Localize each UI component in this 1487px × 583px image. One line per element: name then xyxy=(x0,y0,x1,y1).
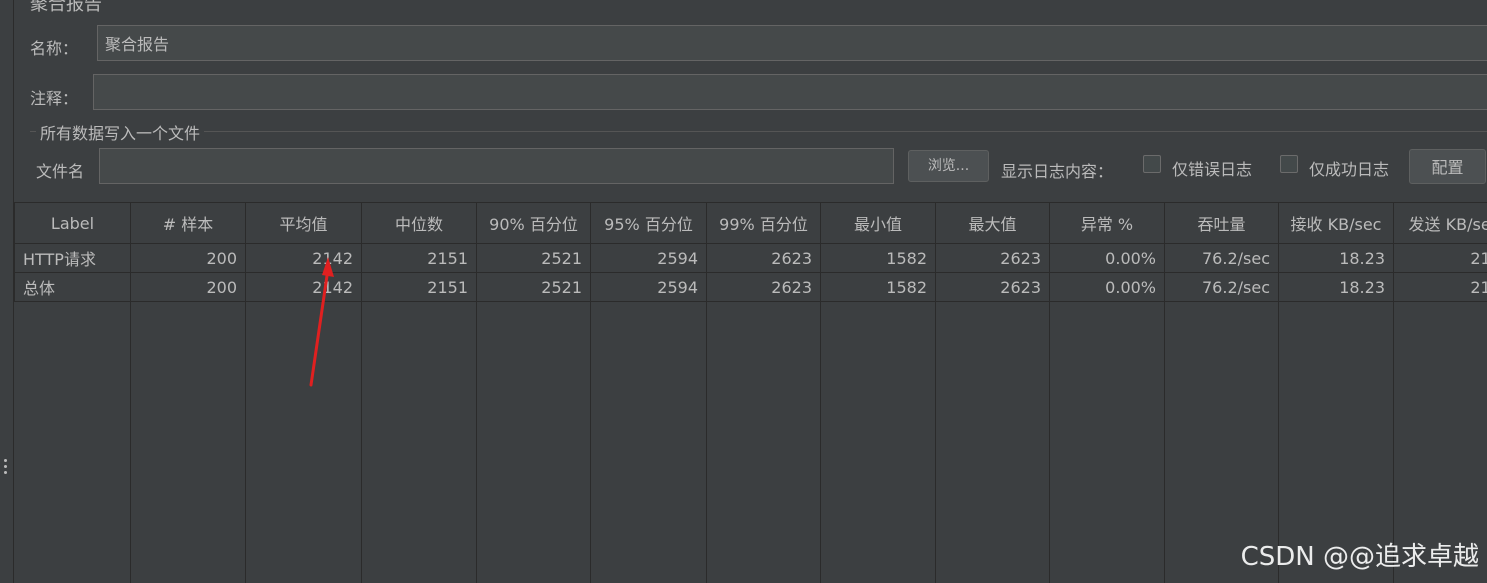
errors-only-label: 仅错误日志 xyxy=(1172,160,1253,179)
table-cell: 2623 xyxy=(935,243,1050,273)
column-header[interactable]: 接收 KB/sec xyxy=(1278,202,1394,244)
config-button[interactable]: 配置 xyxy=(1409,149,1486,184)
table-cell: 0.00% xyxy=(1049,272,1165,302)
group-divider xyxy=(30,131,1487,132)
table-cell: 2594 xyxy=(590,272,707,302)
column-header[interactable]: 95% 百分位 xyxy=(590,202,707,244)
log-content-label: 显示日志内容： xyxy=(1001,162,1114,181)
filename-label: 文件名 xyxy=(36,162,85,181)
table-cell: 2521 xyxy=(476,272,591,302)
table-cell: 21.2 xyxy=(1393,243,1487,273)
table-header-row: Label # 样本 平均值 中位数 90% 百分位 95% 百分位 99% 百… xyxy=(14,202,1487,244)
table-cell: 1582 xyxy=(820,243,936,273)
table-row[interactable]: 总体 200 2142 2151 2521 2594 2623 1582 262… xyxy=(14,272,1487,302)
table-cell: HTTP请求 xyxy=(14,243,131,273)
table-cell: 200 xyxy=(130,243,246,273)
column-gridline xyxy=(590,300,591,583)
column-header[interactable]: 发送 KB/sec xyxy=(1393,202,1487,244)
column-gridline xyxy=(706,300,707,583)
column-gridline xyxy=(476,300,477,583)
table-cell: 2151 xyxy=(361,272,477,302)
left-gutter xyxy=(0,0,14,583)
resize-grip-icon[interactable] xyxy=(4,459,8,477)
column-gridline xyxy=(1164,300,1165,583)
table-cell: 2594 xyxy=(590,243,707,273)
table-cell: 1582 xyxy=(820,272,936,302)
table-cell: 2521 xyxy=(476,243,591,273)
table-cell: 2623 xyxy=(706,243,821,273)
column-header[interactable]: 异常 % xyxy=(1049,202,1165,244)
column-header[interactable]: 最小值 xyxy=(820,202,936,244)
errors-only-checkbox[interactable] xyxy=(1143,155,1161,173)
results-table: Label # 样本 平均值 中位数 90% 百分位 95% 百分位 99% 百… xyxy=(14,202,1487,302)
annotation-arrow-icon xyxy=(309,257,334,387)
column-header[interactable]: 吞吐量 xyxy=(1164,202,1279,244)
table-cell: 0.00% xyxy=(1049,243,1165,273)
table-cell: 18.23 xyxy=(1278,272,1394,302)
comment-field[interactable] xyxy=(93,74,1487,110)
column-gridline xyxy=(361,300,362,583)
group-title: 所有数据写入一个文件 xyxy=(36,120,205,144)
table-cell: 2623 xyxy=(706,272,821,302)
name-label: 名称： xyxy=(30,39,79,58)
table-cell: 2623 xyxy=(935,272,1050,302)
watermark: CSDN @@追求卓越 xyxy=(1240,542,1479,572)
browse-button[interactable]: 浏览... xyxy=(908,150,989,182)
success-only-checkbox[interactable] xyxy=(1280,155,1298,173)
column-header[interactable]: 中位数 xyxy=(361,202,477,244)
success-only-label: 仅成功日志 xyxy=(1309,160,1390,179)
table-cell: 76.2/sec xyxy=(1164,243,1279,273)
table-row[interactable]: HTTP请求 200 2142 2151 2521 2594 2623 1582… xyxy=(14,243,1487,273)
comment-label: 注释： xyxy=(30,89,79,108)
table-cell: 21.2 xyxy=(1393,272,1487,302)
column-header[interactable]: 平均值 xyxy=(245,202,362,244)
column-gridline xyxy=(820,300,821,583)
table-cell: 2151 xyxy=(361,243,477,273)
column-header[interactable]: 最大值 xyxy=(935,202,1050,244)
column-header[interactable]: 99% 百分位 xyxy=(706,202,821,244)
filename-field[interactable] xyxy=(99,148,894,184)
column-header[interactable]: Label xyxy=(14,202,131,244)
column-gridline xyxy=(130,300,131,583)
column-header[interactable]: 90% 百分位 xyxy=(476,202,591,244)
panel-title: 聚合报告 xyxy=(30,0,102,15)
table-cell: 200 xyxy=(130,272,246,302)
name-field[interactable] xyxy=(97,25,1487,61)
column-gridline xyxy=(935,300,936,583)
table-cell: 76.2/sec xyxy=(1164,272,1279,302)
column-gridline xyxy=(245,300,246,583)
table-cell: 总体 xyxy=(14,272,131,302)
column-gridline xyxy=(1049,300,1050,583)
column-header[interactable]: # 样本 xyxy=(130,202,246,244)
table-cell: 18.23 xyxy=(1278,243,1394,273)
